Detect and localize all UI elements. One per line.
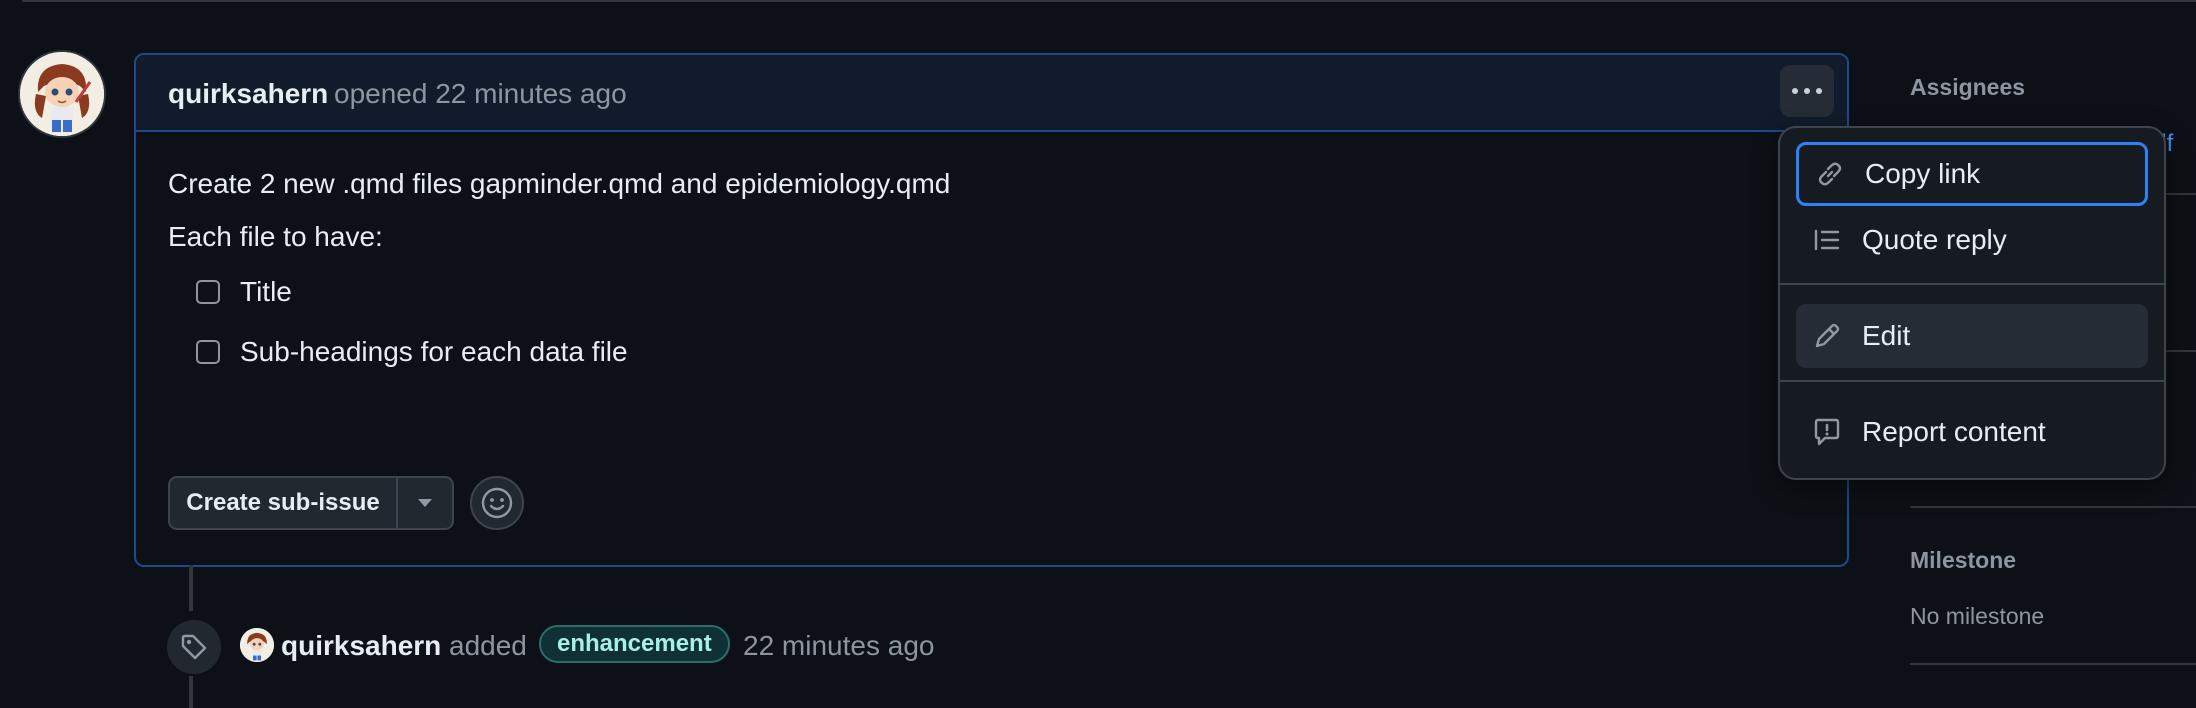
- comment-opened-time[interactable]: opened 22 minutes ago: [334, 78, 627, 110]
- menu-item-report-content[interactable]: Report content: [1796, 400, 2148, 464]
- smiley-icon: [481, 487, 513, 519]
- task-label: Sub-headings for each data file: [240, 336, 628, 367]
- comment-header: quirksahern opened 22 minutes ago: [136, 55, 1847, 132]
- task-label: Title: [240, 276, 292, 307]
- create-subissue-button[interactable]: Create sub-issue: [170, 478, 398, 528]
- menu-item-label: Copy link: [1865, 158, 1981, 189]
- comment-body-line: Each file to have:: [168, 221, 383, 252]
- task-list-item: Title: [196, 276, 292, 308]
- quote-icon: [1812, 225, 1842, 255]
- event-time-link[interactable]: 22 minutes ago: [743, 630, 934, 662]
- task-checkbox[interactable]: [196, 280, 220, 304]
- kebab-dot-icon: [1816, 88, 1822, 94]
- author-avatar[interactable]: [20, 52, 104, 136]
- timeline-connector: [189, 565, 193, 611]
- comment-body-line: Create 2 new .qmd files gapminder.qmd an…: [168, 168, 951, 199]
- kebab-dot-icon: [1792, 88, 1798, 94]
- tag-icon: [181, 634, 207, 660]
- create-subissue-group: Create sub-issue: [168, 476, 454, 530]
- menu-divider: [1780, 380, 2164, 382]
- event-author-avatar[interactable]: [240, 628, 274, 662]
- menu-item-quote-reply[interactable]: Quote reply: [1796, 208, 2148, 272]
- comment-options-button[interactable]: [1780, 65, 1834, 117]
- create-subissue-dropdown-button[interactable]: [398, 478, 452, 528]
- top-divider: [22, 0, 2196, 2]
- timeline-connector: [189, 676, 193, 708]
- comment-options-menu: Copy link Quote reply Edit Report conten…: [1778, 126, 2166, 480]
- enhancement-label[interactable]: enhancement: [539, 625, 730, 663]
- menu-item-label: Edit: [1862, 320, 1911, 351]
- sidebar-divider: [1910, 663, 2196, 665]
- report-icon: [1812, 417, 1842, 447]
- milestone-value: No milestone: [1910, 603, 2045, 629]
- menu-item-label: Quote reply: [1862, 224, 2007, 255]
- event-action-text: added: [449, 630, 527, 661]
- kebab-dot-icon: [1804, 88, 1810, 94]
- sidebar-divider: [1910, 506, 2196, 508]
- triangle-down-icon: [418, 499, 432, 507]
- add-reaction-button[interactable]: [470, 476, 524, 530]
- event-author-link[interactable]: quirksahern: [281, 630, 441, 662]
- link-icon: [1815, 159, 1845, 189]
- menu-item-copy-link[interactable]: Copy link: [1796, 142, 2148, 206]
- pencil-icon: [1812, 321, 1842, 351]
- menu-divider: [1780, 283, 2164, 285]
- task-list-item: Sub-headings for each data file: [196, 336, 628, 368]
- issue-comment: quirksahern opened 22 minutes ago Create…: [134, 53, 1849, 567]
- assignees-heading[interactable]: Assignees: [1910, 74, 2025, 101]
- menu-item-label: Report content: [1862, 416, 2046, 447]
- comment-author-link[interactable]: quirksahern: [168, 78, 328, 110]
- label-event-badge: [165, 618, 223, 676]
- task-checkbox[interactable]: [196, 340, 220, 364]
- menu-item-edit[interactable]: Edit: [1796, 304, 2148, 368]
- milestone-heading[interactable]: Milestone: [1910, 547, 2016, 574]
